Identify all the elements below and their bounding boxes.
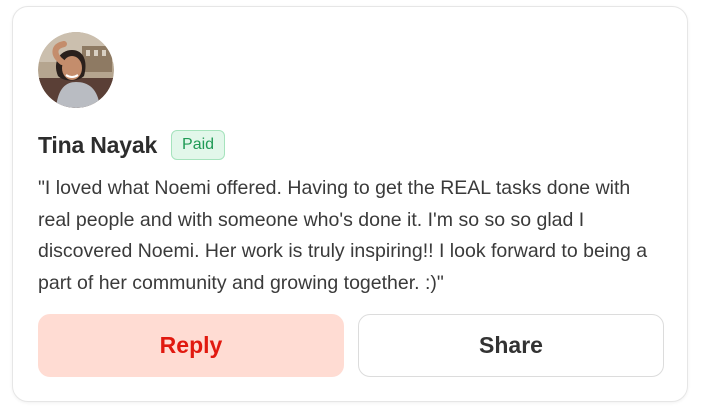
reviewer-name: Tina Nayak <box>38 131 158 158</box>
review-card: Tina Nayak Paid "I loved what Noemi offe… <box>12 6 688 402</box>
share-button[interactable]: Share <box>358 314 664 377</box>
reviewer-header: Tina Nayak Paid <box>38 128 226 162</box>
avatar <box>38 32 114 108</box>
paid-badge: Paid <box>171 130 226 160</box>
avatar-photo <box>38 32 114 108</box>
review-text: "I loved what Noemi offered. Having to g… <box>38 177 648 294</box>
reply-button[interactable]: Reply <box>38 314 344 377</box>
